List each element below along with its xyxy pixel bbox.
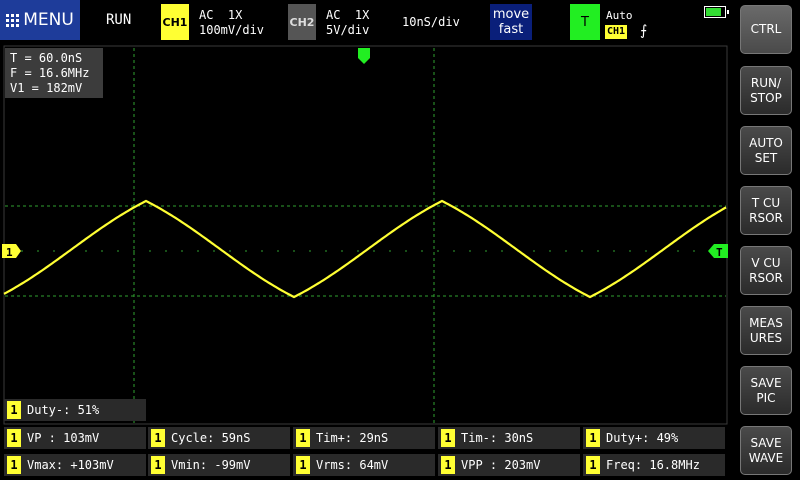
cursor-readout: T = 60.0nS F = 16.6MHz V1 = 182mV bbox=[5, 48, 103, 98]
measure-vrms: 1 Vrms: 64mV bbox=[293, 454, 435, 476]
meas-value: Duty+: 49% bbox=[606, 431, 679, 445]
voltage-cursor-button[interactable]: V CU RSOR bbox=[740, 246, 792, 295]
meas-channel-badge: 1 bbox=[7, 401, 21, 419]
run-stop-button[interactable]: RUN/ STOP bbox=[740, 66, 792, 115]
scope-screen[interactable]: 1 T bbox=[0, 0, 740, 430]
measure-vp: 1 VP : 103mV bbox=[4, 427, 146, 449]
ctrl-button[interactable]: CTRL bbox=[740, 5, 792, 54]
meas-value: Freq: 16.8MHz bbox=[606, 458, 700, 472]
meas-channel-badge: 1 bbox=[296, 456, 310, 474]
measure-vmin: 1 Vmin: -99mV bbox=[148, 454, 290, 476]
meas-value: Duty-: 51% bbox=[27, 403, 100, 417]
auto-set-button[interactable]: AUTO SET bbox=[740, 126, 792, 175]
meas-channel-badge: 1 bbox=[586, 456, 600, 474]
measure-duty-minus: 1 Duty-: 51% bbox=[4, 399, 146, 421]
meas-channel-badge: 1 bbox=[7, 456, 21, 474]
ch1-level-marker-label: 1 bbox=[6, 246, 13, 259]
meas-value: VP : 103mV bbox=[27, 431, 100, 445]
meas-channel-badge: 1 bbox=[586, 429, 600, 447]
meas-value: Tim+: 29nS bbox=[316, 431, 389, 445]
meas-value: Vmin: -99mV bbox=[171, 458, 251, 472]
save-pic-button[interactable]: SAVE PIC bbox=[740, 366, 792, 415]
meas-value: Vmax: +103mV bbox=[27, 458, 114, 472]
meas-channel-badge: 1 bbox=[151, 456, 165, 474]
measure-vmax: 1 Vmax: +103mV bbox=[4, 454, 146, 476]
meas-channel-badge: 1 bbox=[296, 429, 310, 447]
measure-duty-plus: 1 Duty+: 49% bbox=[583, 427, 725, 449]
trigger-level-marker-label: T bbox=[716, 246, 723, 259]
meas-value: Tim-: 30nS bbox=[461, 431, 534, 445]
meas-channel-badge: 1 bbox=[441, 429, 455, 447]
measure-cycle: 1 Cycle: 59nS bbox=[148, 427, 290, 449]
readout-frequency: F = 16.6MHz bbox=[10, 66, 90, 80]
measures-button[interactable]: MEAS URES bbox=[740, 306, 792, 355]
measure-vpp: 1 VPP : 203mV bbox=[438, 454, 580, 476]
meas-channel-badge: 1 bbox=[151, 429, 165, 447]
measure-tim-plus: 1 Tim+: 29nS bbox=[293, 427, 435, 449]
meas-channel-badge: 1 bbox=[7, 429, 21, 447]
meas-value: Vrms: 64mV bbox=[316, 458, 389, 472]
time-cursor-button[interactable]: T CU RSOR bbox=[740, 186, 792, 235]
meas-channel-badge: 1 bbox=[441, 456, 455, 474]
readout-voltage: V1 = 182mV bbox=[10, 81, 83, 95]
save-wave-button[interactable]: SAVE WAVE bbox=[740, 426, 792, 475]
meas-value: Cycle: 59nS bbox=[171, 431, 251, 445]
measure-freq: 1 Freq: 16.8MHz bbox=[583, 454, 725, 476]
meas-value: VPP : 203mV bbox=[461, 458, 541, 472]
readout-period: T = 60.0nS bbox=[10, 51, 83, 65]
measure-tim-minus: 1 Tim-: 30nS bbox=[438, 427, 580, 449]
